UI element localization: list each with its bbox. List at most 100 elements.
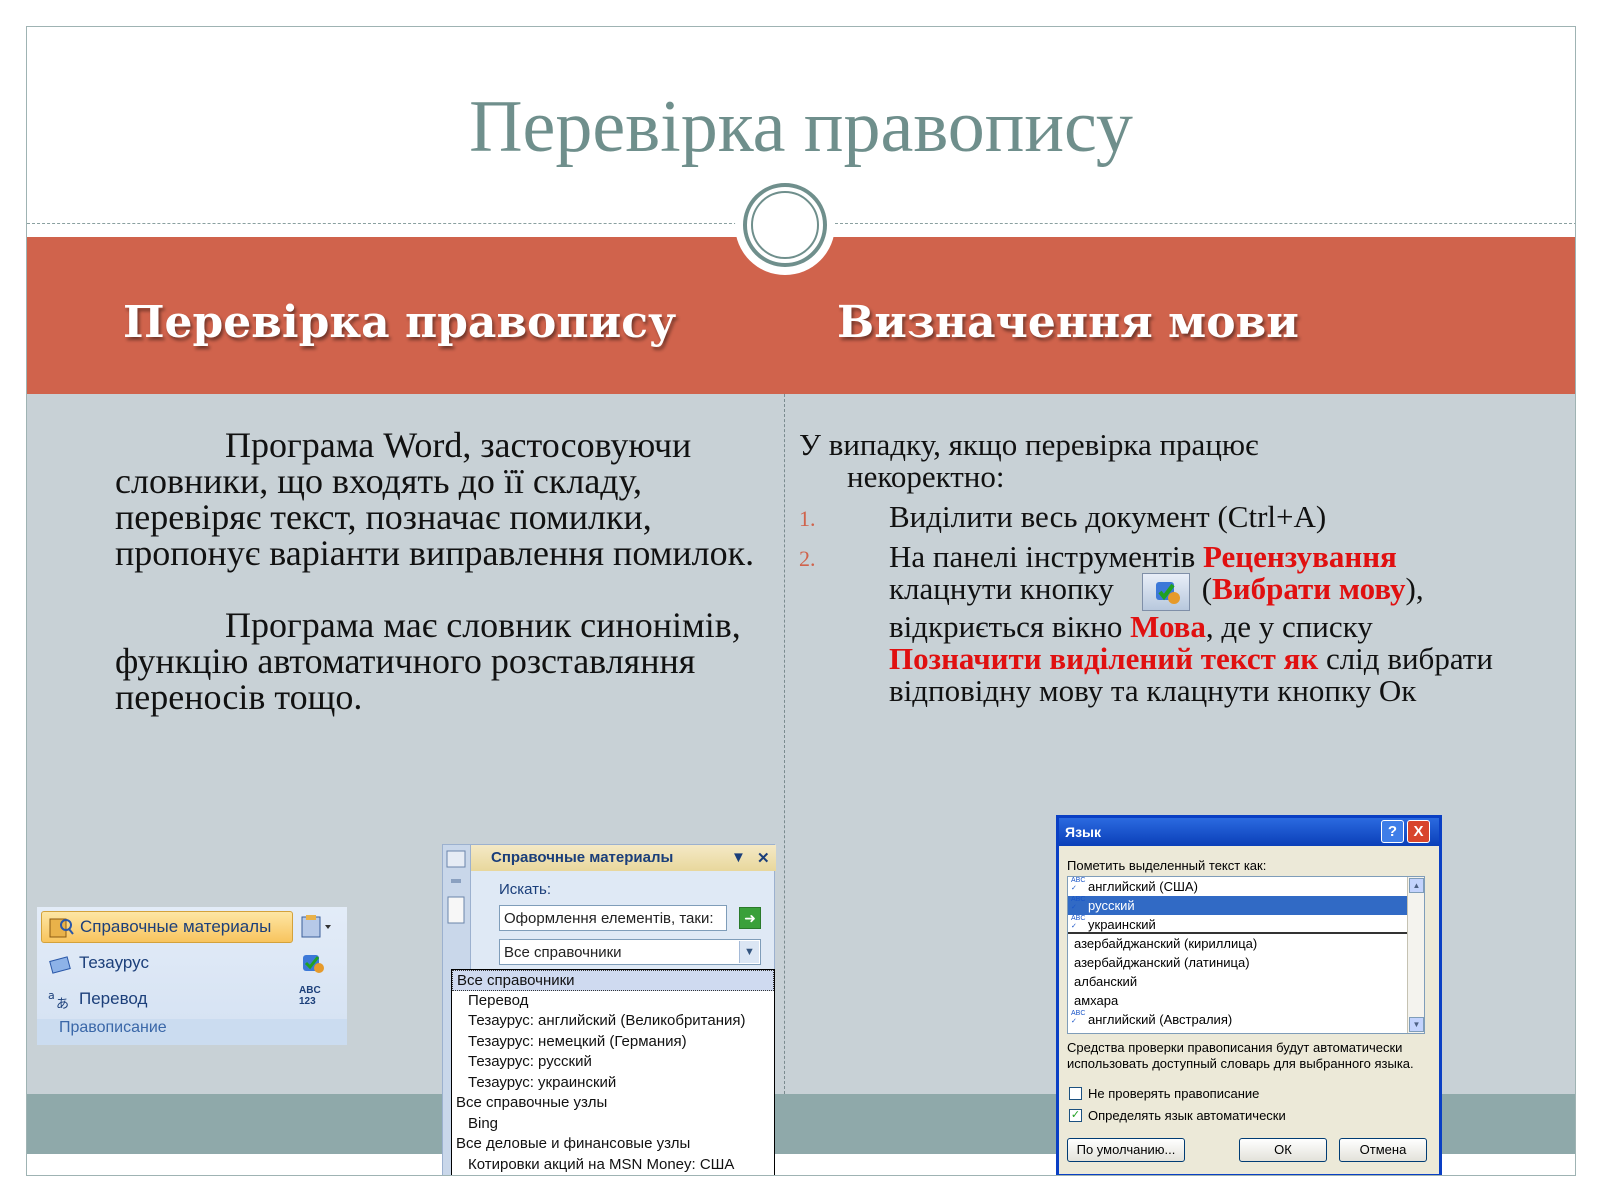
search-go-button[interactable]: ➜ <box>739 907 761 929</box>
language-option[interactable]: азербайджанский (латиница) <box>1068 953 1424 972</box>
no-spellcheck-label: Не проверять правописание <box>1088 1086 1260 1101</box>
language-option-label: русский <box>1088 898 1135 913</box>
source-option[interactable]: Bing <box>452 1114 774 1135</box>
pane-title-text: Справочные материалы <box>491 849 674 866</box>
word-count-button[interactable]: ABC 123 <box>299 985 333 1013</box>
language-list-scrollbar[interactable]: ▲ ▼ <box>1407 877 1424 1033</box>
svg-text:あ: あ <box>56 997 69 1011</box>
highlight-language-window: Мова <box>1130 609 1206 644</box>
thesaurus-label: Тезаурус <box>79 953 149 972</box>
highlight-review: Рецензування <box>1203 539 1397 574</box>
list-number: 1. <box>799 506 816 531</box>
language-button[interactable] <box>299 949 333 977</box>
checkbox-box[interactable] <box>1069 1087 1082 1100</box>
scroll-up-icon[interactable]: ▲ <box>1409 878 1424 893</box>
source-select-value: Все справочники <box>504 944 622 961</box>
title-divider-left <box>27 223 742 224</box>
column-divider <box>784 394 785 1094</box>
language-option[interactable]: азербайджанский (кириллица) <box>1068 934 1424 953</box>
language-option[interactable]: ABC ✓ английский (США) <box>1068 877 1424 896</box>
source-option[interactable]: Тезаурус: немецкий (Германия) <box>452 1032 774 1053</box>
left-column-heading: Перевірка правопису <box>123 297 677 348</box>
source-option[interactable]: Все справочные узлы <box>452 1093 774 1114</box>
language-dialog: Язык ? X Пометить выделенный текст как: … <box>1056 815 1442 1175</box>
language-option-label: украинский <box>1088 917 1156 932</box>
svg-text:a: a <box>48 989 55 1002</box>
detect-language-checkbox[interactable]: ✓ Определять язык автоматически <box>1069 1108 1286 1123</box>
source-option[interactable]: Тезаурус: русский <box>452 1052 774 1073</box>
ribbon-group-label: Правописание <box>37 1019 347 1045</box>
source-option[interactable]: Перевод <box>452 991 774 1012</box>
source-option[interactable]: Все деловые и финансовые узлы <box>452 1134 774 1155</box>
slide-title: Перевірка правопису <box>469 86 1133 168</box>
pane-menu-icon[interactable]: ▼ <box>731 849 746 866</box>
word-count-icon: ABC <box>299 985 321 996</box>
language-check-icon <box>1155 582 1180 604</box>
decor-circle-inner <box>751 191 819 259</box>
clipboard-icon <box>301 915 331 938</box>
paragraph-thesaurus: Програма має словник синонімів, функцію … <box>115 605 741 717</box>
language-option[interactable]: амхара <box>1068 991 1424 1010</box>
dialog-note: Средства проверки правописания будут авт… <box>1067 1040 1414 1071</box>
left-column-text: Програма Word, застосовуючи словники, що… <box>115 427 755 751</box>
language-option-label: английский (Австралия) <box>1088 1012 1233 1027</box>
title-divider-right <box>835 223 1575 224</box>
research-book-icon <box>49 918 74 938</box>
word-count-number: 123 <box>299 996 316 1007</box>
intro-line-2: некоректно: <box>847 459 1005 494</box>
detect-language-label: Определять язык автоматически <box>1088 1108 1286 1123</box>
source-option[interactable]: Тезаурус: английский (Великобритания) <box>452 1011 774 1032</box>
list-item-text: Виділити весь документ (Ctrl+A) <box>889 499 1327 534</box>
spellcheck-available-icon: ABC ✓ <box>1071 896 1086 911</box>
language-option[interactable]: ABC ✓ русский <box>1068 896 1424 915</box>
close-button[interactable]: X <box>1407 820 1430 843</box>
list-text: ( <box>1201 571 1213 607</box>
source-select[interactable]: Все справочники ▼ <box>499 939 761 965</box>
cancel-button[interactable]: Отмена <box>1339 1138 1427 1162</box>
list-text: , де у списку <box>1205 609 1373 644</box>
research-pane: Справочные материалы ▼ ✕ Искать: Оформле… <box>442 844 776 1176</box>
spellcheck-available-icon: ABC ✓ <box>1071 877 1086 892</box>
search-input[interactable]: Оформлення елементів, таки: <box>499 905 727 931</box>
source-option[interactable]: Котировки акций на MSN Money: США <box>452 1155 774 1176</box>
list-text: ), <box>1405 571 1424 607</box>
clipboard-dropdown[interactable] <box>299 913 333 941</box>
intro-line: У випадку, якщо перевірка працює <box>799 427 1259 462</box>
no-spellcheck-checkbox[interactable]: Не проверять правописание <box>1069 1086 1259 1101</box>
language-option[interactable]: ABC ✓ украинский <box>1068 915 1424 934</box>
highlight-mark-text: Позначити виділений текст як <box>889 641 1319 676</box>
checkbox-box[interactable]: ✓ <box>1069 1109 1082 1122</box>
set-language-button[interactable] <box>1141 573 1190 611</box>
language-option[interactable]: ABC ✓ английский (Австралия) <box>1068 1010 1424 1029</box>
language-option-label: азербайджанский (кириллица) <box>1074 936 1258 951</box>
list-text: відкриється вікно <box>889 609 1131 644</box>
research-button[interactable]: Справочные материалы <box>41 911 293 943</box>
proofing-ribbon-group: Справочные материалы Тезаурус aあ Перевод… <box>37 907 347 1045</box>
translate-icon: aあ <box>48 989 69 1011</box>
dialog-title-text: Язык <box>1065 824 1101 840</box>
spellcheck-available-icon: ABC ✓ <box>1071 1010 1086 1025</box>
list-number: 2. <box>799 546 816 571</box>
translate-button[interactable]: aあ Перевод <box>41 983 293 1015</box>
help-button[interactable]: ? <box>1381 820 1404 843</box>
ok-button[interactable]: ОК <box>1239 1138 1327 1162</box>
source-option[interactable]: Все справочники <box>452 970 774 991</box>
language-option[interactable]: албанский <box>1068 972 1424 991</box>
chevron-down-icon[interactable]: ▼ <box>739 941 759 963</box>
paragraph-spellcheck: Програма Word, застосовуючи словники, що… <box>115 425 755 573</box>
language-option-label: амхара <box>1074 993 1119 1008</box>
dialog-title: Язык ? X <box>1059 818 1439 846</box>
pane-close-icon[interactable]: ✕ <box>757 849 770 867</box>
language-list[interactable]: ABC ✓ английский (США) ABC ✓ русский ABC ✓ украи… <box>1067 876 1425 1034</box>
default-button[interactable]: По умолчанию... <box>1067 1138 1185 1162</box>
list-item: 2. На панелі інструментів Рецензування к… <box>799 541 1559 707</box>
language-icon <box>303 955 324 973</box>
mark-text-as-label: Пометить выделенный текст как: <box>1067 858 1267 873</box>
highlight-choose-language: Вибрати мову <box>1212 571 1406 607</box>
language-option-label: английский (США) <box>1088 879 1198 894</box>
scroll-down-icon[interactable]: ▼ <box>1409 1017 1424 1032</box>
list-item: 1. Виділити весь документ (Ctrl+A) <box>799 501 1559 533</box>
research-pane-title: Справочные материалы ▼ ✕ <box>471 845 776 871</box>
thesaurus-button[interactable]: Тезаурус <box>41 947 293 979</box>
source-option[interactable]: Тезаурус: украинский <box>452 1073 774 1094</box>
